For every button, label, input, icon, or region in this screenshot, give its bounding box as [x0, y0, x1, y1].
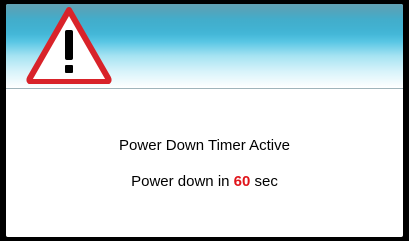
power-down-dialog: Power Down Timer Active Power down in 60…	[0, 0, 409, 241]
countdown-value: 60	[233, 173, 251, 190]
countdown-suffix: sec	[254, 173, 278, 190]
header-divider	[6, 88, 403, 89]
warning-icon	[26, 7, 112, 84]
dialog-title: Power Down Timer Active	[119, 137, 290, 154]
dialog-panel: Power Down Timer Active Power down in 60…	[6, 4, 403, 237]
countdown-message: Power down in 60 sec	[6, 173, 403, 190]
countdown-prefix: Power down in	[131, 173, 230, 190]
